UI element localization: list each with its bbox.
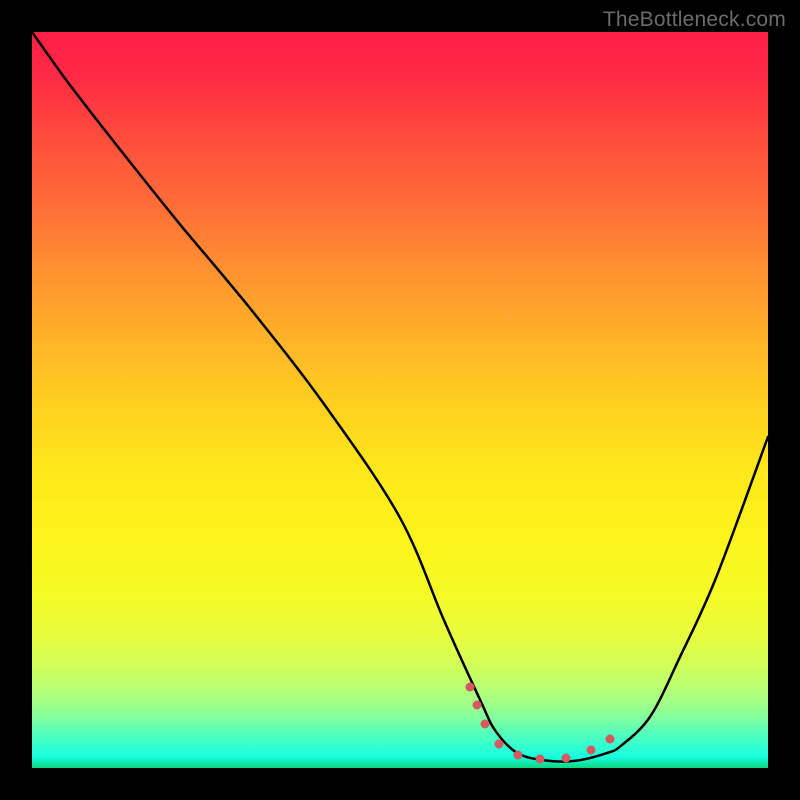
curve-dot [605,734,614,743]
bottleneck-curve [32,32,768,768]
curve-dot [513,750,522,759]
curve-dot [535,755,544,764]
watermark-text: TheBottleneck.com [603,8,786,32]
curve-dot [587,745,596,754]
curve-dot [465,683,474,692]
curve-dot [495,740,504,749]
chart-container: TheBottleneck.com [0,0,800,800]
curve-dot [473,701,482,710]
curve-dot [480,719,489,728]
curve-dot [561,754,570,763]
plot-area [32,32,768,768]
